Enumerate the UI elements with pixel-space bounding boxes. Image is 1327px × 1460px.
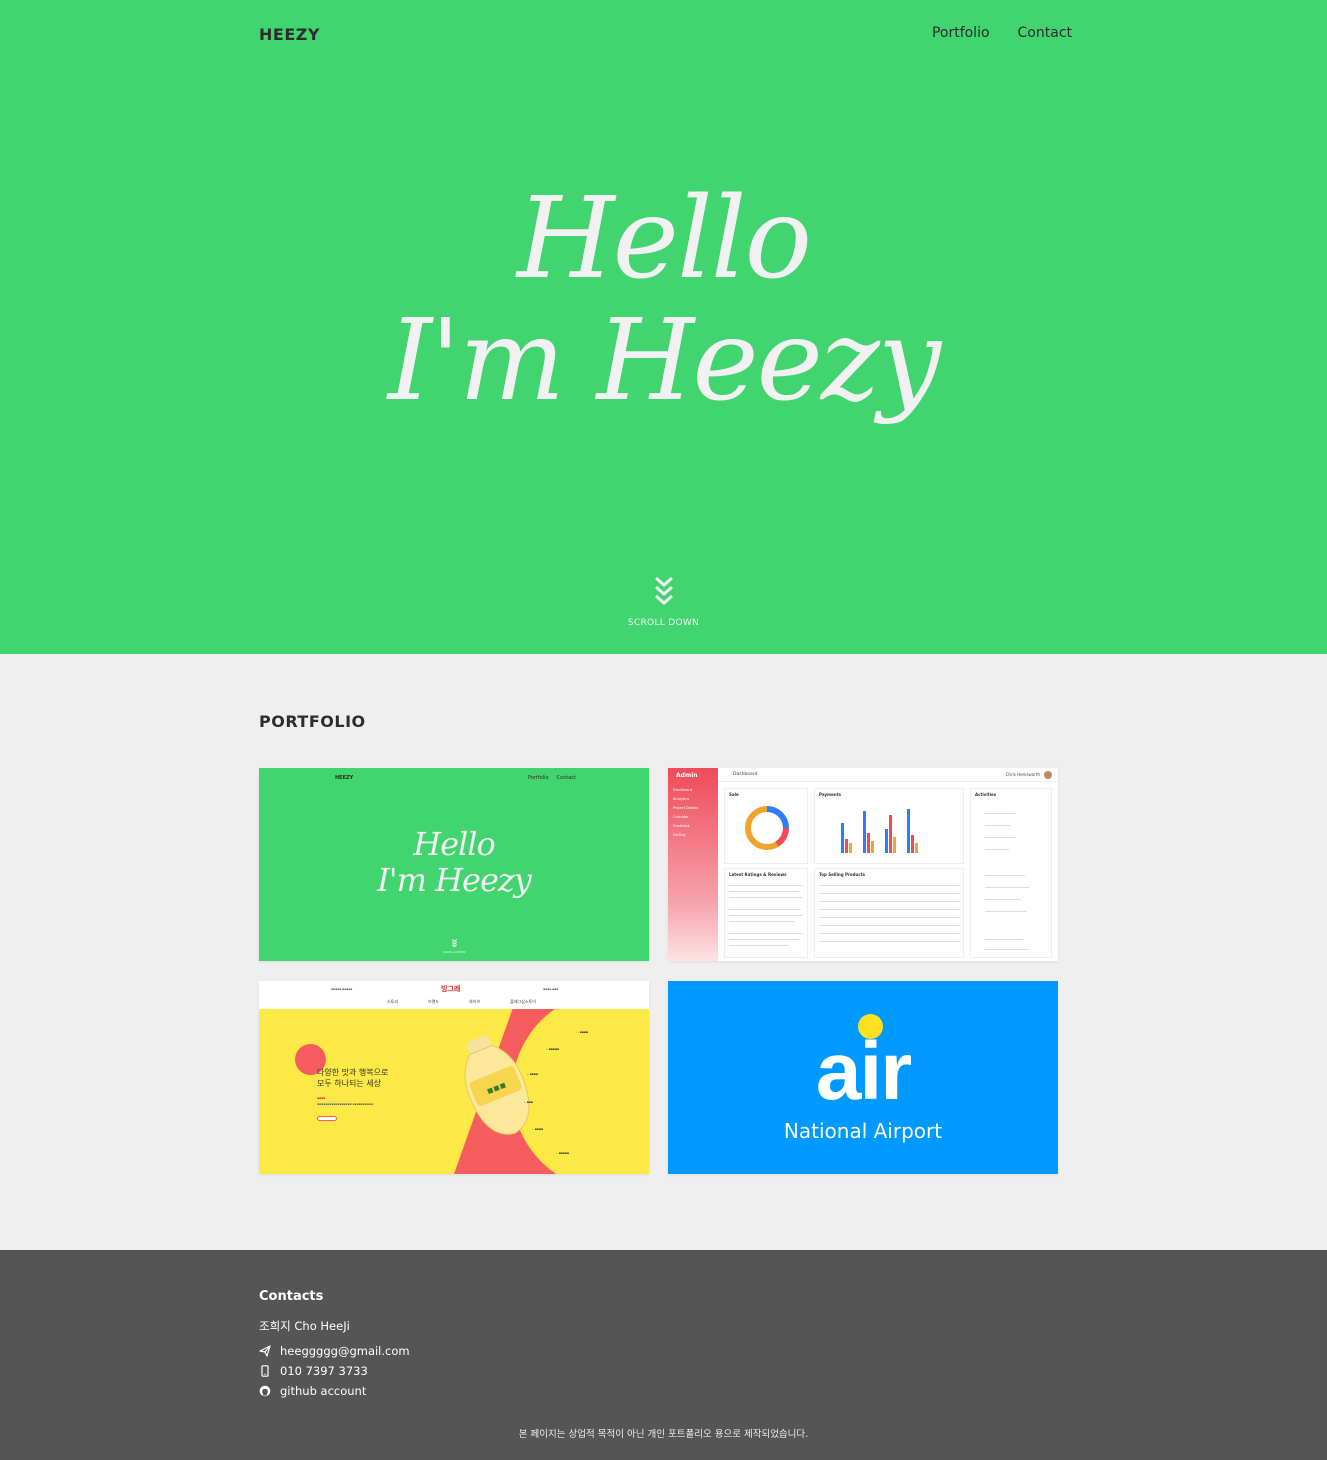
footer-phone-row: 010 7397 3733 <box>259 1364 368 1378</box>
thumb-panel-label: Sale <box>729 792 739 797</box>
thumb-menu-item: 플레그십스토어 <box>510 999 536 1004</box>
hero-title: Hello I'm Heezy <box>0 178 1327 422</box>
footer-phone: 010 7397 3733 <box>280 1364 368 1378</box>
thumb-menu-item: Project Details <box>673 806 699 810</box>
thumb-sale-panel: Sale <box>724 788 808 864</box>
footer-title: Contacts <box>259 1289 324 1304</box>
thumb-air-logo: air <box>815 1026 912 1117</box>
thumb-description: ▪▪▪▪▪▪▪▪▪▪▪▪▪▪▪▪▪ ▪▪▪▪▪▪▪▪▪▪ <box>317 1102 373 1106</box>
footer: Contacts 조희지 Cho HeeJi heeggggg@gmail.co… <box>0 1250 1327 1460</box>
github-icon <box>259 1385 271 1397</box>
main-nav: Portfolio Contact <box>932 25 1072 41</box>
mobile-phone-icon <box>261 1365 269 1377</box>
footer-name: 조희지 Cho HeeJi <box>259 1319 350 1333</box>
nav-contact-link[interactable]: Contact <box>1018 25 1072 41</box>
portfolio-card-air[interactable]: air National Airport <box>668 981 1058 1174</box>
thumb-nav-item: Contact <box>556 775 576 781</box>
thumb-util-links: ▪▪▪▪▪ ▪▪▪▪▪ <box>331 987 353 991</box>
thumb-panel-label: Payments <box>819 792 842 797</box>
paper-plane-icon <box>259 1345 271 1357</box>
thumb-binggrae-headline: 다양한 맛과 행복으로 모두 하나되는 세상 <box>317 1067 388 1089</box>
footer-disclaimer: 본 페이지는 상업적 목적이 아닌 개인 포트폴리오 용으로 제작되었습니다. <box>518 1429 809 1440</box>
thumb-dashboard-title: Dashboard <box>733 772 758 777</box>
thumb-menu-item: Feedback <box>673 824 690 828</box>
bar-chart-graphic <box>841 809 918 853</box>
footer-github-row: github account <box>259 1384 366 1398</box>
portfolio-title: PORTFOLIO <box>259 712 366 731</box>
thumb-title-line1: Hello <box>413 825 496 863</box>
portfolio-card-admin-dashboard[interactable]: Admin Dashboard Analytics Project Detail… <box>668 768 1058 961</box>
thumb-panel-label: Top Selling Products <box>819 872 866 877</box>
hero-title-line1: Hello <box>516 174 812 304</box>
nav-portfolio-link[interactable]: Portfolio <box>932 25 990 41</box>
avatar <box>1044 771 1052 779</box>
thumb-more-button <box>317 1116 337 1121</box>
thumb-title: Hello I'm Heezy <box>259 826 649 898</box>
thumb-payments-panel: Payments <box>814 788 964 864</box>
donut-chart-graphic <box>745 806 789 850</box>
thumb-scroll-label: SCROLL DOWN <box>442 950 466 954</box>
thumb-dashboard-topbar: Dashboard Chris Hemsworth <box>718 768 1058 782</box>
thumb-reviews-panel: Latest Ratings & Reviews <box>724 868 808 958</box>
thumb-panel-label: Activities <box>975 792 997 797</box>
thumb-dashboard-user: Chris Hemsworth <box>1005 772 1040 777</box>
thumb-activities-panel: Activities <box>970 788 1052 958</box>
site-brand[interactable]: HEEZY <box>259 25 320 44</box>
thumb-sub-accent: ▪▪▪▪ <box>317 1096 326 1100</box>
footer-github-link[interactable]: github account <box>280 1384 366 1398</box>
scroll-down-button[interactable]: SCROLL DOWN <box>0 576 1327 628</box>
thumb-menu-item: 브랜드 <box>428 999 440 1004</box>
thumb-dashboard-logo: Admin <box>676 772 698 779</box>
double-chevron-down-icon <box>451 939 457 948</box>
scroll-down-label: SCROLL DOWN <box>627 618 700 628</box>
thumb-dashboard-menu: Dashboard Analytics Project Details Cale… <box>673 788 698 842</box>
thumb-menu-item: 와이브 <box>469 999 481 1004</box>
thumb-util-lang: ▪▪▪▪ ▪▪▪ <box>543 987 559 991</box>
thumb-binggrae-header: ▪▪▪▪▪ ▪▪▪▪▪ 빙그레 ▪▪▪▪ ▪▪▪ 스토리 브랜드 와이브 플레그… <box>259 981 649 1009</box>
hero-title-line2: I'm Heezy <box>387 296 941 426</box>
thumb-scroll: SCROLL DOWN <box>259 939 649 954</box>
thumb-menu-item: Dashboard <box>673 788 692 792</box>
thumb-menu-item: Calendar <box>673 815 689 819</box>
thumb-air-dot <box>858 1014 883 1039</box>
thumb-menu-item: Analytics <box>673 797 689 801</box>
thumb-top-selling-panel: Top Selling Products <box>814 868 964 958</box>
hero-section: HEEZY Portfolio Contact Hello I'm Heezy … <box>0 0 1327 654</box>
thumb-nav: Portfolio Contact <box>528 775 576 781</box>
thumb-menu-item: 스토리 <box>387 999 399 1004</box>
thumb-brand: HEEZY <box>335 775 354 781</box>
footer-email-link[interactable]: heeggggg@gmail.com <box>280 1344 410 1358</box>
thumb-panel-label: Latest Ratings & Reviews <box>729 872 787 877</box>
banana-milk-bottle-graphic: ▪▪▪ <box>464 1035 530 1135</box>
portfolio-card-heezy[interactable]: HEEZY Portfolio Contact Hello I'm Heezy … <box>259 768 649 961</box>
double-chevron-down-icon <box>654 576 673 605</box>
portfolio-card-binggrae[interactable]: ▪▪▪▪▪ ▪▪▪▪▪ 빙그레 ▪▪▪▪ ▪▪▪ 스토리 브랜드 와이브 플레그… <box>259 981 649 1174</box>
thumb-headline-line2: 모두 하나되는 세상 <box>317 1079 381 1088</box>
thumb-menu-item: Setting <box>673 833 686 837</box>
footer-email-row: heeggggg@gmail.com <box>259 1344 410 1358</box>
thumb-nav-item: Portfolio <box>527 775 549 781</box>
thumb-binggrae-menu: 스토리 브랜드 와이브 플레그십스토어 <box>387 999 536 1005</box>
thumb-dashboard-sidebar: Admin Dashboard Analytics Project Detail… <box>668 768 718 961</box>
thumb-air-subtitle: National Airport <box>783 1119 943 1143</box>
thumb-headline-line1: 다양한 맛과 행복으로 <box>317 1068 389 1077</box>
thumb-title-line2: I'm Heezy <box>377 861 532 899</box>
thumb-binggrae-logo: 빙그레 <box>441 985 461 993</box>
